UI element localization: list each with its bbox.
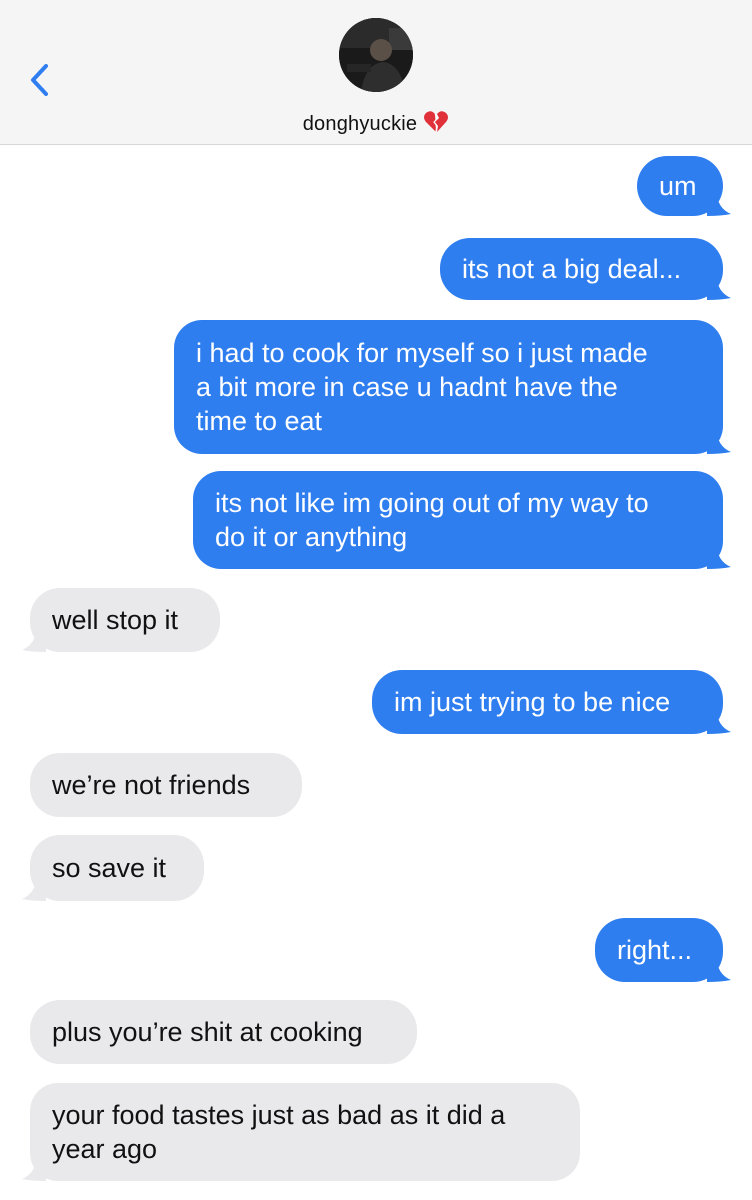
bubble-tail xyxy=(22,628,46,652)
bubble-tail xyxy=(22,877,46,901)
message-bubble-sent[interactable]: um xyxy=(637,156,731,216)
message-bubble-sent[interactable]: its not a big deal... xyxy=(440,238,731,300)
avatar[interactable] xyxy=(339,18,413,92)
message-text: i had to cook for myself so i just made … xyxy=(196,338,648,436)
message-text: right... xyxy=(617,935,693,965)
message-bubble-received[interactable]: plus you’re shit at cooking xyxy=(30,1000,417,1064)
bubble-tail xyxy=(707,710,731,734)
message-bubble-sent[interactable]: im just trying to be nice xyxy=(372,670,731,734)
message-text: im just trying to be nice xyxy=(394,687,671,717)
message-bubble-sent[interactable]: i had to cook for myself so i just made … xyxy=(174,320,731,454)
message-bubble-sent[interactable]: right... xyxy=(595,918,731,982)
message-text: its not a big deal... xyxy=(462,254,682,284)
bubble-tail xyxy=(707,276,731,300)
message-text: well stop it xyxy=(52,605,179,635)
contact-name[interactable]: donghyuckie xyxy=(0,110,752,136)
message-text: its not like im going out of my way to d… xyxy=(215,488,649,552)
conversation-header: donghyuckie xyxy=(0,0,752,145)
bubble-tail xyxy=(707,545,731,569)
bubble-tail xyxy=(707,958,731,982)
bubble-tail xyxy=(22,1157,46,1181)
message-bubble-received[interactable]: so save it xyxy=(22,835,204,901)
message-bubble-received[interactable]: we’re not friends xyxy=(30,753,302,817)
bubble-tail xyxy=(707,430,731,454)
message-text: we’re not friends xyxy=(52,770,251,800)
contact-name-label: donghyuckie xyxy=(302,113,418,135)
message-text: um xyxy=(659,171,697,201)
message-text: so save it xyxy=(52,853,167,883)
broken-heart-icon xyxy=(424,111,449,133)
bubble-tail xyxy=(707,192,731,216)
message-bubble-received[interactable]: your food tastes just as bad as it did a… xyxy=(22,1083,580,1181)
message-bubble-received[interactable]: well stop it xyxy=(22,588,220,652)
message-text: plus you’re shit at cooking xyxy=(52,1017,363,1047)
chevron-left-icon[interactable] xyxy=(26,60,56,100)
message-bubble-sent[interactable]: its not like im going out of my way to d… xyxy=(193,471,731,569)
message-text: your food tastes just as bad as it did a… xyxy=(52,1100,506,1164)
avatar-photo-icon xyxy=(339,18,413,92)
